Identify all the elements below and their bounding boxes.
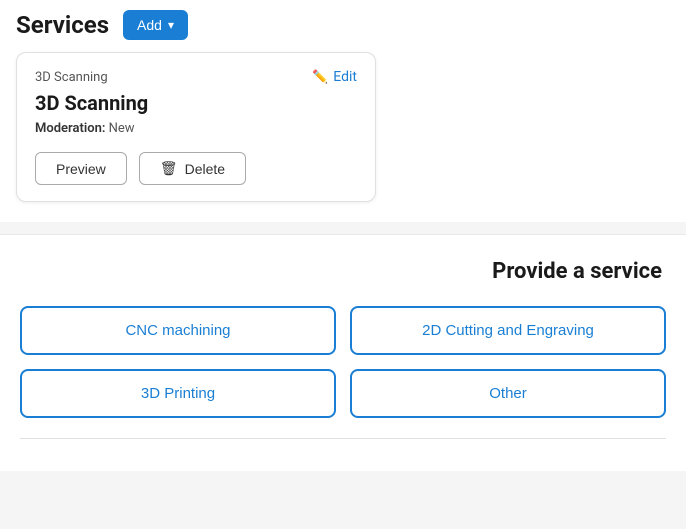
service-card-area: 3D Scanning ✏️ Edit 3D Scanning Moderati… [0, 52, 686, 222]
delete-button[interactable]: 🗑 Delete [139, 152, 246, 185]
provide-service-title: Provide a service [20, 259, 666, 284]
service-card-header: 3D Scanning ✏️ Edit [35, 69, 357, 85]
preview-button[interactable]: Preview [35, 152, 127, 185]
delete-label: Delete [185, 161, 225, 177]
service-name: 3D Scanning [35, 91, 357, 115]
moderation-line: Moderation: New [35, 121, 357, 136]
add-button[interactable]: Add ▾ [123, 10, 188, 40]
bottom-divider [20, 438, 666, 439]
moderation-value: New [109, 121, 135, 136]
edit-link[interactable]: ✏️ Edit [312, 69, 357, 85]
service-category: 3D Scanning [35, 70, 108, 85]
page-header: Services Add ▾ [0, 0, 686, 52]
trash-icon: 🗑 [160, 160, 178, 177]
service-option-cnc[interactable]: CNC machining [20, 306, 336, 355]
service-option-cutting[interactable]: 2D Cutting and Engraving [350, 306, 666, 355]
chevron-down-icon: ▾ [168, 18, 174, 32]
service-option-other[interactable]: Other [350, 369, 666, 418]
service-card: 3D Scanning ✏️ Edit 3D Scanning Moderati… [16, 52, 376, 202]
edit-icon: ✏️ [312, 70, 328, 85]
add-button-label: Add [137, 17, 162, 33]
provide-service-section: Provide a service CNC machining 2D Cutti… [0, 234, 686, 471]
moderation-label: Moderation: [35, 121, 105, 136]
service-option-printing[interactable]: 3D Printing [20, 369, 336, 418]
card-actions: Preview 🗑 Delete [35, 152, 357, 185]
service-options-grid: CNC machining 2D Cutting and Engraving 3… [20, 306, 666, 418]
page-title: Services [16, 11, 109, 39]
edit-label: Edit [333, 69, 357, 85]
